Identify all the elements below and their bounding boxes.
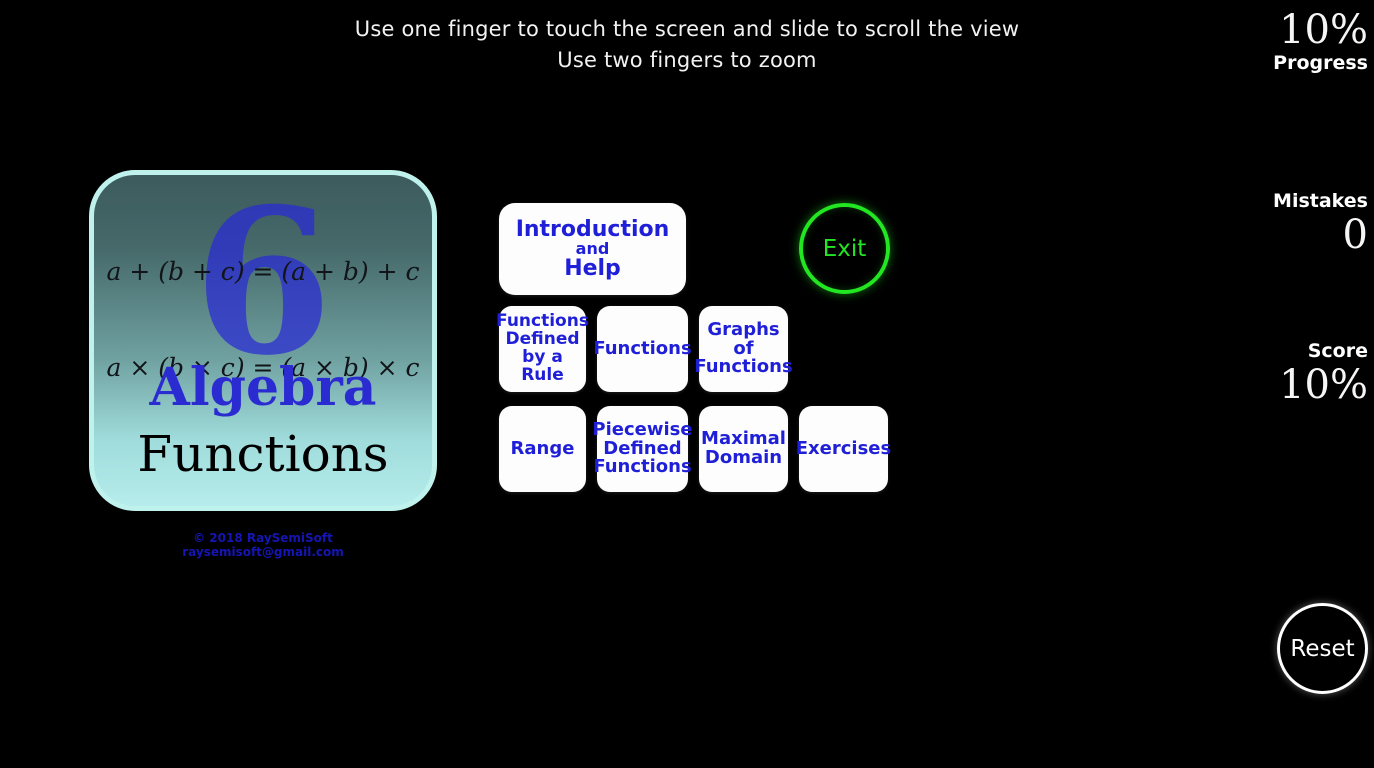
menu-button-functions-defined-by-a-rule[interactable]: Functions Defined by a Rule bbox=[496, 306, 589, 392]
graphs-line-3: Functions bbox=[694, 356, 793, 378]
book-cover-inner: 6 a + (b + c) = (a + b) + c a × (b × c) … bbox=[94, 175, 432, 506]
mistakes-stat: Mistakes 0 bbox=[1273, 190, 1368, 257]
range-line-1: Range bbox=[510, 437, 575, 459]
graphs-line-1: Graphs bbox=[707, 318, 780, 340]
score-value: 10% bbox=[1279, 362, 1368, 408]
menu-button-piecewise-defined-functions[interactable]: Piecewise Defined Functions bbox=[592, 406, 693, 492]
reset-button-label: Reset bbox=[1290, 635, 1355, 662]
intro-help-line-1: Introduction bbox=[515, 216, 670, 242]
exit-button[interactable]: Exit bbox=[799, 203, 890, 294]
progress-label: Progress bbox=[1273, 52, 1368, 74]
menu-button-functions[interactable]: Functions bbox=[593, 306, 692, 392]
menu-button-exercises[interactable]: Exercises bbox=[795, 406, 892, 492]
intro-help-line-3: Help bbox=[564, 256, 621, 282]
piecewise-line-3: Functions bbox=[593, 456, 692, 478]
book-cover-card[interactable]: 6 a + (b + c) = (a + b) + c a × (b × c) … bbox=[89, 170, 437, 511]
menu-button-graphs-of-functions[interactable]: Graphs of Functions bbox=[694, 306, 793, 392]
progress-value: 10% bbox=[1279, 7, 1368, 53]
reset-button[interactable]: Reset bbox=[1277, 603, 1368, 694]
mistakes-value: 0 bbox=[1342, 212, 1368, 258]
maxdomain-line-2: Domain bbox=[704, 447, 783, 468]
cover-topic-title: Functions bbox=[137, 425, 389, 483]
functions-line-1: Functions bbox=[593, 337, 692, 359]
menu-button-introduction-and-help[interactable]: Introduction and Help bbox=[499, 203, 686, 295]
cover-subject-title: Algebra bbox=[149, 357, 377, 418]
exit-button-label: Exit bbox=[822, 235, 867, 262]
instruction-line-2: Use two fingers to zoom bbox=[557, 48, 817, 72]
intro-help-line-2: and bbox=[575, 238, 610, 258]
score-label: Score bbox=[1307, 340, 1368, 362]
menu-button-range[interactable]: Range bbox=[499, 406, 586, 492]
copyright-notice: © 2018 RaySemiSoft raysemisoft@gmail.com bbox=[89, 531, 437, 559]
menu-button-maximal-domain[interactable]: Maximal Domain bbox=[699, 406, 788, 492]
instruction-line-1: Use one finger to touch the screen and s… bbox=[354, 17, 1020, 41]
cover-formula-associative-addition: a + (b + c) = (a + b) + c bbox=[106, 257, 420, 286]
fdbr-line-4: Rule bbox=[521, 364, 564, 385]
copyright-line-2: raysemisoft@gmail.com bbox=[182, 545, 344, 559]
exercises-line-1: Exercises bbox=[795, 437, 892, 459]
copyright-line-1: © 2018 RaySemiSoft bbox=[193, 531, 333, 545]
score-stat: Score 10% bbox=[1279, 340, 1368, 407]
mistakes-label: Mistakes bbox=[1273, 190, 1368, 212]
piecewise-line-1: Piecewise bbox=[592, 418, 693, 440]
instructions-text: Use one finger to touch the screen and s… bbox=[0, 14, 1374, 76]
progress-stat: 10% Progress bbox=[1273, 8, 1368, 75]
